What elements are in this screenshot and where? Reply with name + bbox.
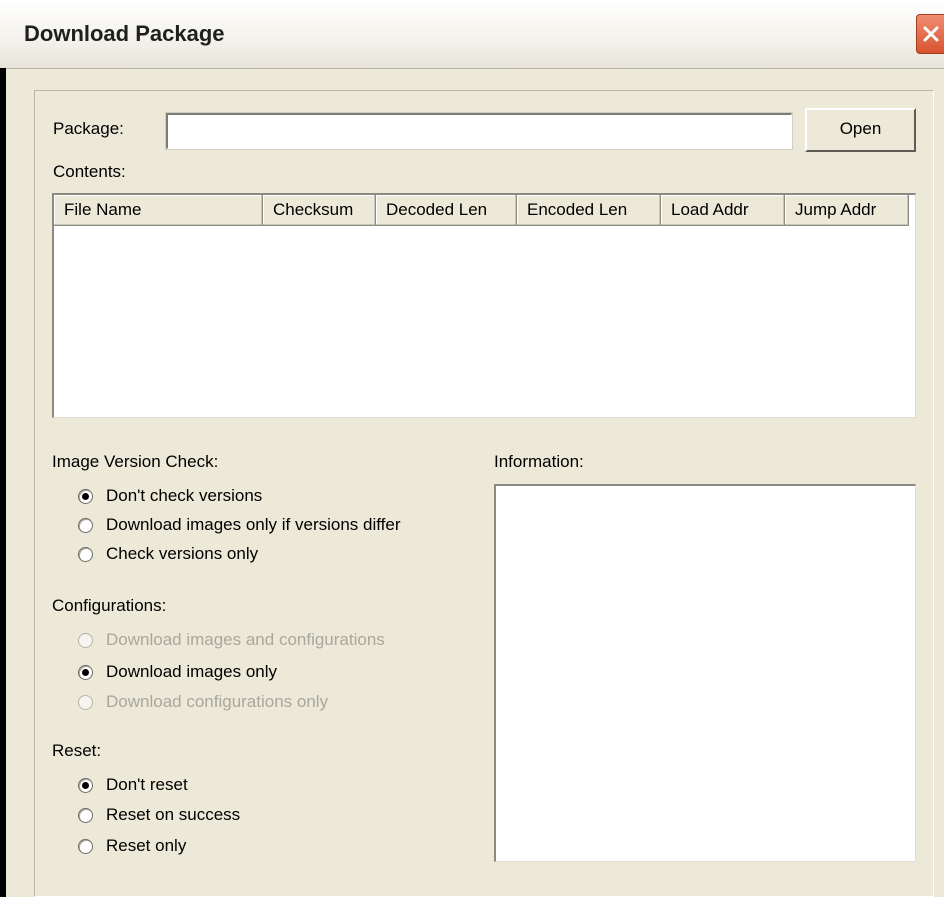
radio-check-versions-only[interactable] bbox=[78, 547, 93, 562]
column-header-decoded-len[interactable]: Decoded Len bbox=[376, 195, 517, 226]
radio-label-download-images-only[interactable]: Download images only bbox=[106, 662, 277, 682]
window-border bbox=[0, 68, 6, 897]
radio-download-if-versions-differ[interactable] bbox=[78, 518, 93, 533]
information-textbox[interactable] bbox=[494, 484, 916, 862]
column-header-file-name[interactable]: File Name bbox=[54, 195, 263, 226]
radio-download-configurations-only bbox=[78, 695, 93, 710]
package-label: Package: bbox=[53, 119, 124, 138]
package-path-input[interactable] bbox=[165, 112, 793, 150]
close-button[interactable] bbox=[916, 14, 944, 54]
column-header-encoded-len[interactable]: Encoded Len bbox=[517, 195, 661, 226]
radio-label-download-configurations-only: Download configurations only bbox=[106, 692, 329, 711]
radio-label-dont-check-versions[interactable]: Don't check versions bbox=[106, 486, 262, 506]
radio-label-dont-reset[interactable]: Don't reset bbox=[106, 775, 188, 795]
contents-label: Contents: bbox=[53, 162, 126, 181]
reset-label: Reset: bbox=[52, 741, 102, 760]
information-label: Information: bbox=[494, 452, 584, 471]
radio-label-reset-only[interactable]: Reset only bbox=[106, 836, 186, 856]
radio-reset-only[interactable] bbox=[78, 839, 93, 854]
column-header-jump-addr[interactable]: Jump Addr bbox=[785, 195, 909, 226]
radio-reset-on-success[interactable] bbox=[78, 808, 93, 823]
open-button[interactable]: Open bbox=[805, 108, 916, 152]
radio-dont-reset[interactable] bbox=[78, 778, 93, 793]
radio-dont-check-versions[interactable] bbox=[78, 489, 93, 504]
contents-list[interactable]: File Name Checksum Decoded Len Encoded L… bbox=[52, 193, 916, 418]
radio-download-images-only[interactable] bbox=[78, 665, 93, 680]
title-bar[interactable]: Download Package bbox=[0, 0, 944, 69]
image-version-check-label: Image Version Check: bbox=[52, 452, 219, 471]
radio-label-reset-on-success[interactable]: Reset on success bbox=[106, 805, 240, 825]
column-header-checksum[interactable]: Checksum bbox=[263, 195, 376, 226]
download-package-window: Download Package Package: Open Contents:… bbox=[0, 0, 944, 897]
radio-label-download-images-and-configurations: Download images and configurations bbox=[106, 630, 385, 649]
radio-label-download-if-versions-differ[interactable]: Download images only if versions differ bbox=[106, 515, 401, 535]
window-title: Download Package bbox=[24, 21, 225, 46]
configurations-label: Configurations: bbox=[52, 596, 167, 615]
radio-download-images-and-configurations bbox=[78, 633, 93, 648]
radio-label-check-versions-only[interactable]: Check versions only bbox=[106, 544, 258, 564]
column-header-load-addr[interactable]: Load Addr bbox=[661, 195, 785, 226]
